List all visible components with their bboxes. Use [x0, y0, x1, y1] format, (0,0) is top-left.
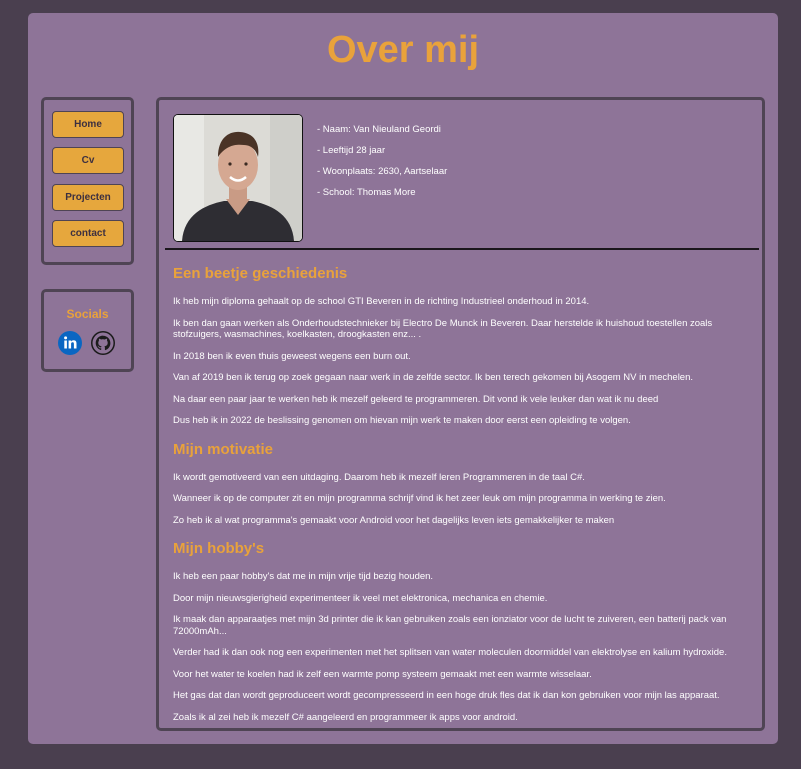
paragraph: Ik ben dan gaan werken als Onderhoudstec…	[173, 317, 713, 341]
profile-info: - Naam: Van Nieuland Geordi - Leeftijd 2…	[317, 124, 447, 208]
about-content: - Naam: Van Nieuland Geordi - Leeftijd 2…	[156, 97, 765, 731]
section-heading-history: Een beetje geschiedenis	[173, 265, 348, 282]
socials-title: Socials	[66, 307, 109, 321]
paragraph: Verder had ik dan ook nog een experiment…	[173, 647, 727, 658]
nav-cv-button[interactable]: Cv	[52, 147, 124, 174]
paragraph: Zo heb ik al wat programma's gemaakt voo…	[173, 514, 615, 526]
section-heading-motivation: Mijn motivatie	[173, 440, 274, 458]
paragraph: Dus heb ik in 2022 de beslissing genomen…	[173, 415, 631, 426]
nav-menu: Home Cv Projecten contact	[41, 97, 134, 265]
profile-name: - Naam: Van Nieuland Geordi	[317, 124, 441, 135]
paragraph: Van af 2019 ben ik terug op zoek gegaan …	[173, 372, 694, 383]
paragraph: Door mijn nieuwsgierigheid experimenteer…	[173, 592, 548, 604]
page-panel: Over mij Home Cv Projecten contact Socia…	[28, 13, 778, 744]
nav-contact-button[interactable]: contact	[52, 220, 124, 247]
paragraph: Ik heb mijn diploma gehaalt op de school…	[173, 296, 590, 307]
paragraph: Zoals ik al zei heb ik mezelf C# aangele…	[173, 711, 518, 723]
paragraph: Voor het water te koelen had ik zelf een…	[173, 668, 592, 680]
nav-projecten-button[interactable]: Projecten	[52, 184, 124, 211]
profile-residence: - Woonplaats: 2630, Aartselaar	[317, 166, 448, 177]
paragraph: Wanneer ik op de computer zit en mijn pr…	[173, 493, 666, 504]
paragraph: Het gas dat dan wordt geproduceert wordt…	[173, 690, 720, 701]
nav-home-button[interactable]: Home	[52, 111, 124, 138]
about-text: Een beetje geschiedenis Ik heb mijn dipl…	[173, 265, 753, 723]
linkedin-icon[interactable]	[58, 331, 82, 355]
paragraph: In 2018 ben ik even thuis geweest wegens…	[173, 350, 411, 362]
profile-age: - Leeftijd 28 jaar	[317, 145, 386, 156]
profile-school: - School: Thomas More	[317, 187, 416, 198]
github-icon[interactable]	[91, 331, 115, 355]
paragraph: Na daar een paar jaar te werken heb ik m…	[173, 393, 659, 405]
profile-photo	[173, 114, 303, 242]
section-heading-hobbies: Mijn hobby's	[173, 540, 265, 557]
paragraph: Ik wordt gemotiveerd van een uitdaging. …	[173, 471, 585, 483]
page-title: Over mij	[326, 29, 480, 71]
paragraph: Ik heb een paar hobby's dat me in mijn v…	[173, 571, 434, 582]
socials-panel: Socials	[41, 289, 134, 372]
section-divider	[165, 248, 759, 250]
paragraph: Ik maak dan apparaatjes met mijn 3d prin…	[173, 614, 727, 637]
